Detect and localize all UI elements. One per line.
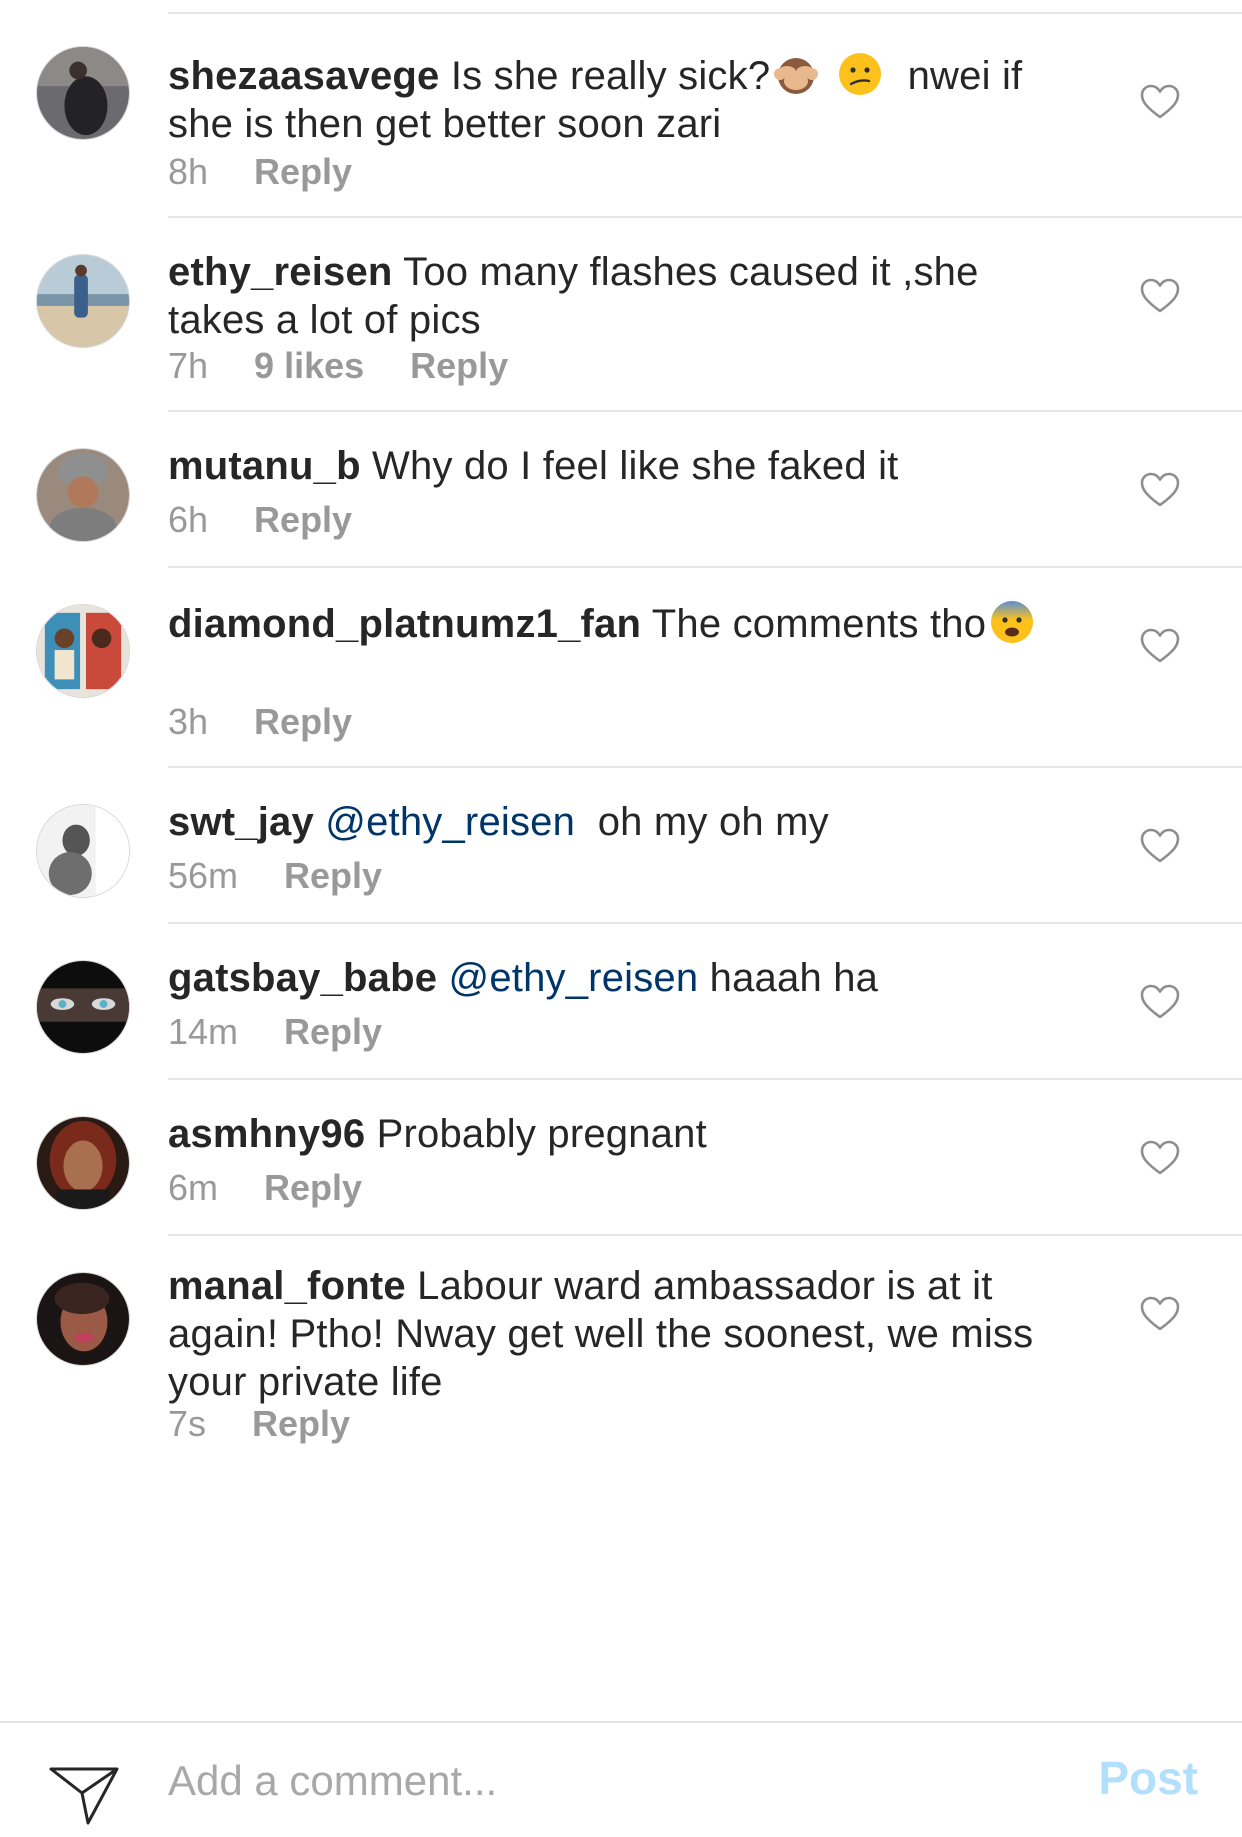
divider bbox=[168, 410, 1242, 412]
paper-plane-icon[interactable] bbox=[48, 1765, 120, 1827]
reply-button[interactable]: Reply bbox=[284, 855, 382, 896]
heart-outline-icon[interactable] bbox=[1140, 84, 1180, 120]
avatar[interactable] bbox=[36, 604, 130, 698]
comment-text: ethy_reisen Too many flashes caused it ,… bbox=[168, 248, 1068, 344]
comment-username[interactable]: ethy_reisen bbox=[168, 250, 393, 294]
comment-meta: 3h Reply bbox=[168, 702, 398, 742]
avatar[interactable] bbox=[36, 1116, 130, 1210]
reply-button[interactable]: Reply bbox=[254, 701, 352, 742]
reply-button[interactable]: Reply bbox=[254, 499, 352, 540]
divider bbox=[168, 766, 1242, 768]
comment-username[interactable]: manal_fonte bbox=[168, 1264, 406, 1308]
comment-mention[interactable]: @ethy_reisen bbox=[449, 956, 699, 1000]
reply-button[interactable]: Reply bbox=[252, 1403, 350, 1444]
heart-outline-icon[interactable] bbox=[1140, 472, 1180, 508]
comment-time: 7h bbox=[168, 345, 209, 386]
divider bbox=[168, 1234, 1242, 1236]
comment-meta: 7h 9 likes Reply bbox=[168, 346, 554, 386]
heart-outline-icon[interactable] bbox=[1140, 984, 1180, 1020]
comment-text: diamond_platnumz1_fan The comments tho bbox=[168, 598, 1068, 648]
comment-body: Is she really sick? bbox=[450, 54, 771, 98]
comment-body: haaah ha bbox=[709, 956, 879, 1000]
comment-username[interactable]: diamond_platnumz1_fan bbox=[168, 602, 641, 646]
top-divider bbox=[168, 12, 1242, 14]
avatar[interactable] bbox=[36, 960, 130, 1054]
comment-meta: 56m Reply bbox=[168, 856, 428, 896]
reply-button[interactable]: Reply bbox=[410, 345, 508, 386]
post-button[interactable]: Post bbox=[1098, 1751, 1198, 1805]
see-no-evil-monkey-emoji bbox=[774, 58, 819, 94]
comment-text: swt_jay @ethy_reisen oh my oh my bbox=[168, 798, 1068, 846]
divider bbox=[168, 216, 1242, 218]
likes-count[interactable]: 9 likes bbox=[254, 345, 364, 386]
comment-time: 6h bbox=[168, 499, 209, 540]
comment-composer: Post bbox=[0, 1723, 1242, 1837]
comment-time: 8h bbox=[168, 151, 209, 192]
divider bbox=[168, 1078, 1242, 1080]
comment-meta: 6m Reply bbox=[168, 1168, 408, 1208]
avatar[interactable] bbox=[36, 804, 130, 898]
reply-button[interactable]: Reply bbox=[254, 151, 352, 192]
comment-username[interactable]: asmhny96 bbox=[168, 1112, 365, 1156]
comment-username[interactable]: swt_jay bbox=[168, 800, 314, 844]
comment-time: 3h bbox=[168, 701, 209, 742]
reply-button[interactable]: Reply bbox=[264, 1167, 362, 1208]
comment-text: mutanu_b Why do I feel like she faked it bbox=[168, 442, 1068, 490]
comment-time: 7s bbox=[168, 1403, 207, 1444]
comment-username[interactable]: shezaasavege bbox=[168, 54, 439, 98]
comment-mention[interactable]: @ethy_reisen bbox=[325, 800, 575, 844]
heart-outline-icon[interactable] bbox=[1140, 1296, 1180, 1332]
comment-time: 56m bbox=[168, 855, 239, 896]
avatar[interactable] bbox=[36, 254, 130, 348]
comment-text: gatsbay_babe @ethy_reisen haaah ha bbox=[168, 954, 1068, 1002]
heart-outline-icon[interactable] bbox=[1140, 278, 1180, 314]
comment-meta: 8h Reply bbox=[168, 152, 398, 192]
comment-text: manal_fonte Labour ward ambassador is at… bbox=[168, 1262, 1068, 1406]
confused-face-emoji bbox=[839, 53, 882, 95]
comment-username[interactable]: mutanu_b bbox=[168, 444, 361, 488]
heart-outline-icon[interactable] bbox=[1140, 828, 1180, 864]
heart-outline-icon[interactable] bbox=[1140, 1140, 1180, 1176]
comment-time: 14m bbox=[168, 1011, 239, 1052]
comment-input[interactable] bbox=[168, 1753, 1018, 1809]
heart-outline-icon[interactable] bbox=[1140, 628, 1180, 664]
comment-meta: 7s Reply bbox=[168, 1404, 396, 1444]
divider bbox=[168, 566, 1242, 568]
comment-body: Why do I feel like she faked it bbox=[372, 444, 899, 488]
comment-body: The comments tho bbox=[651, 602, 987, 646]
comment-username[interactable]: gatsbay_babe bbox=[168, 956, 437, 1000]
comment-body: Probably pregnant bbox=[376, 1112, 707, 1156]
comment-meta: 14m Reply bbox=[168, 1012, 428, 1052]
avatar[interactable] bbox=[36, 448, 130, 542]
avatar[interactable] bbox=[36, 46, 130, 140]
comment-text: asmhny96 Probably pregnant bbox=[168, 1110, 1068, 1158]
fearful-face-emoji bbox=[991, 601, 1034, 643]
comment-meta: 6h Reply bbox=[168, 500, 398, 540]
comment-text: shezaasavege Is she really sick? nwei if… bbox=[168, 50, 1068, 148]
avatar[interactable] bbox=[36, 1272, 130, 1366]
comment-body: oh my oh my bbox=[575, 800, 829, 844]
divider bbox=[168, 922, 1242, 924]
comment-time: 6m bbox=[168, 1167, 219, 1208]
reply-button[interactable]: Reply bbox=[284, 1011, 382, 1052]
